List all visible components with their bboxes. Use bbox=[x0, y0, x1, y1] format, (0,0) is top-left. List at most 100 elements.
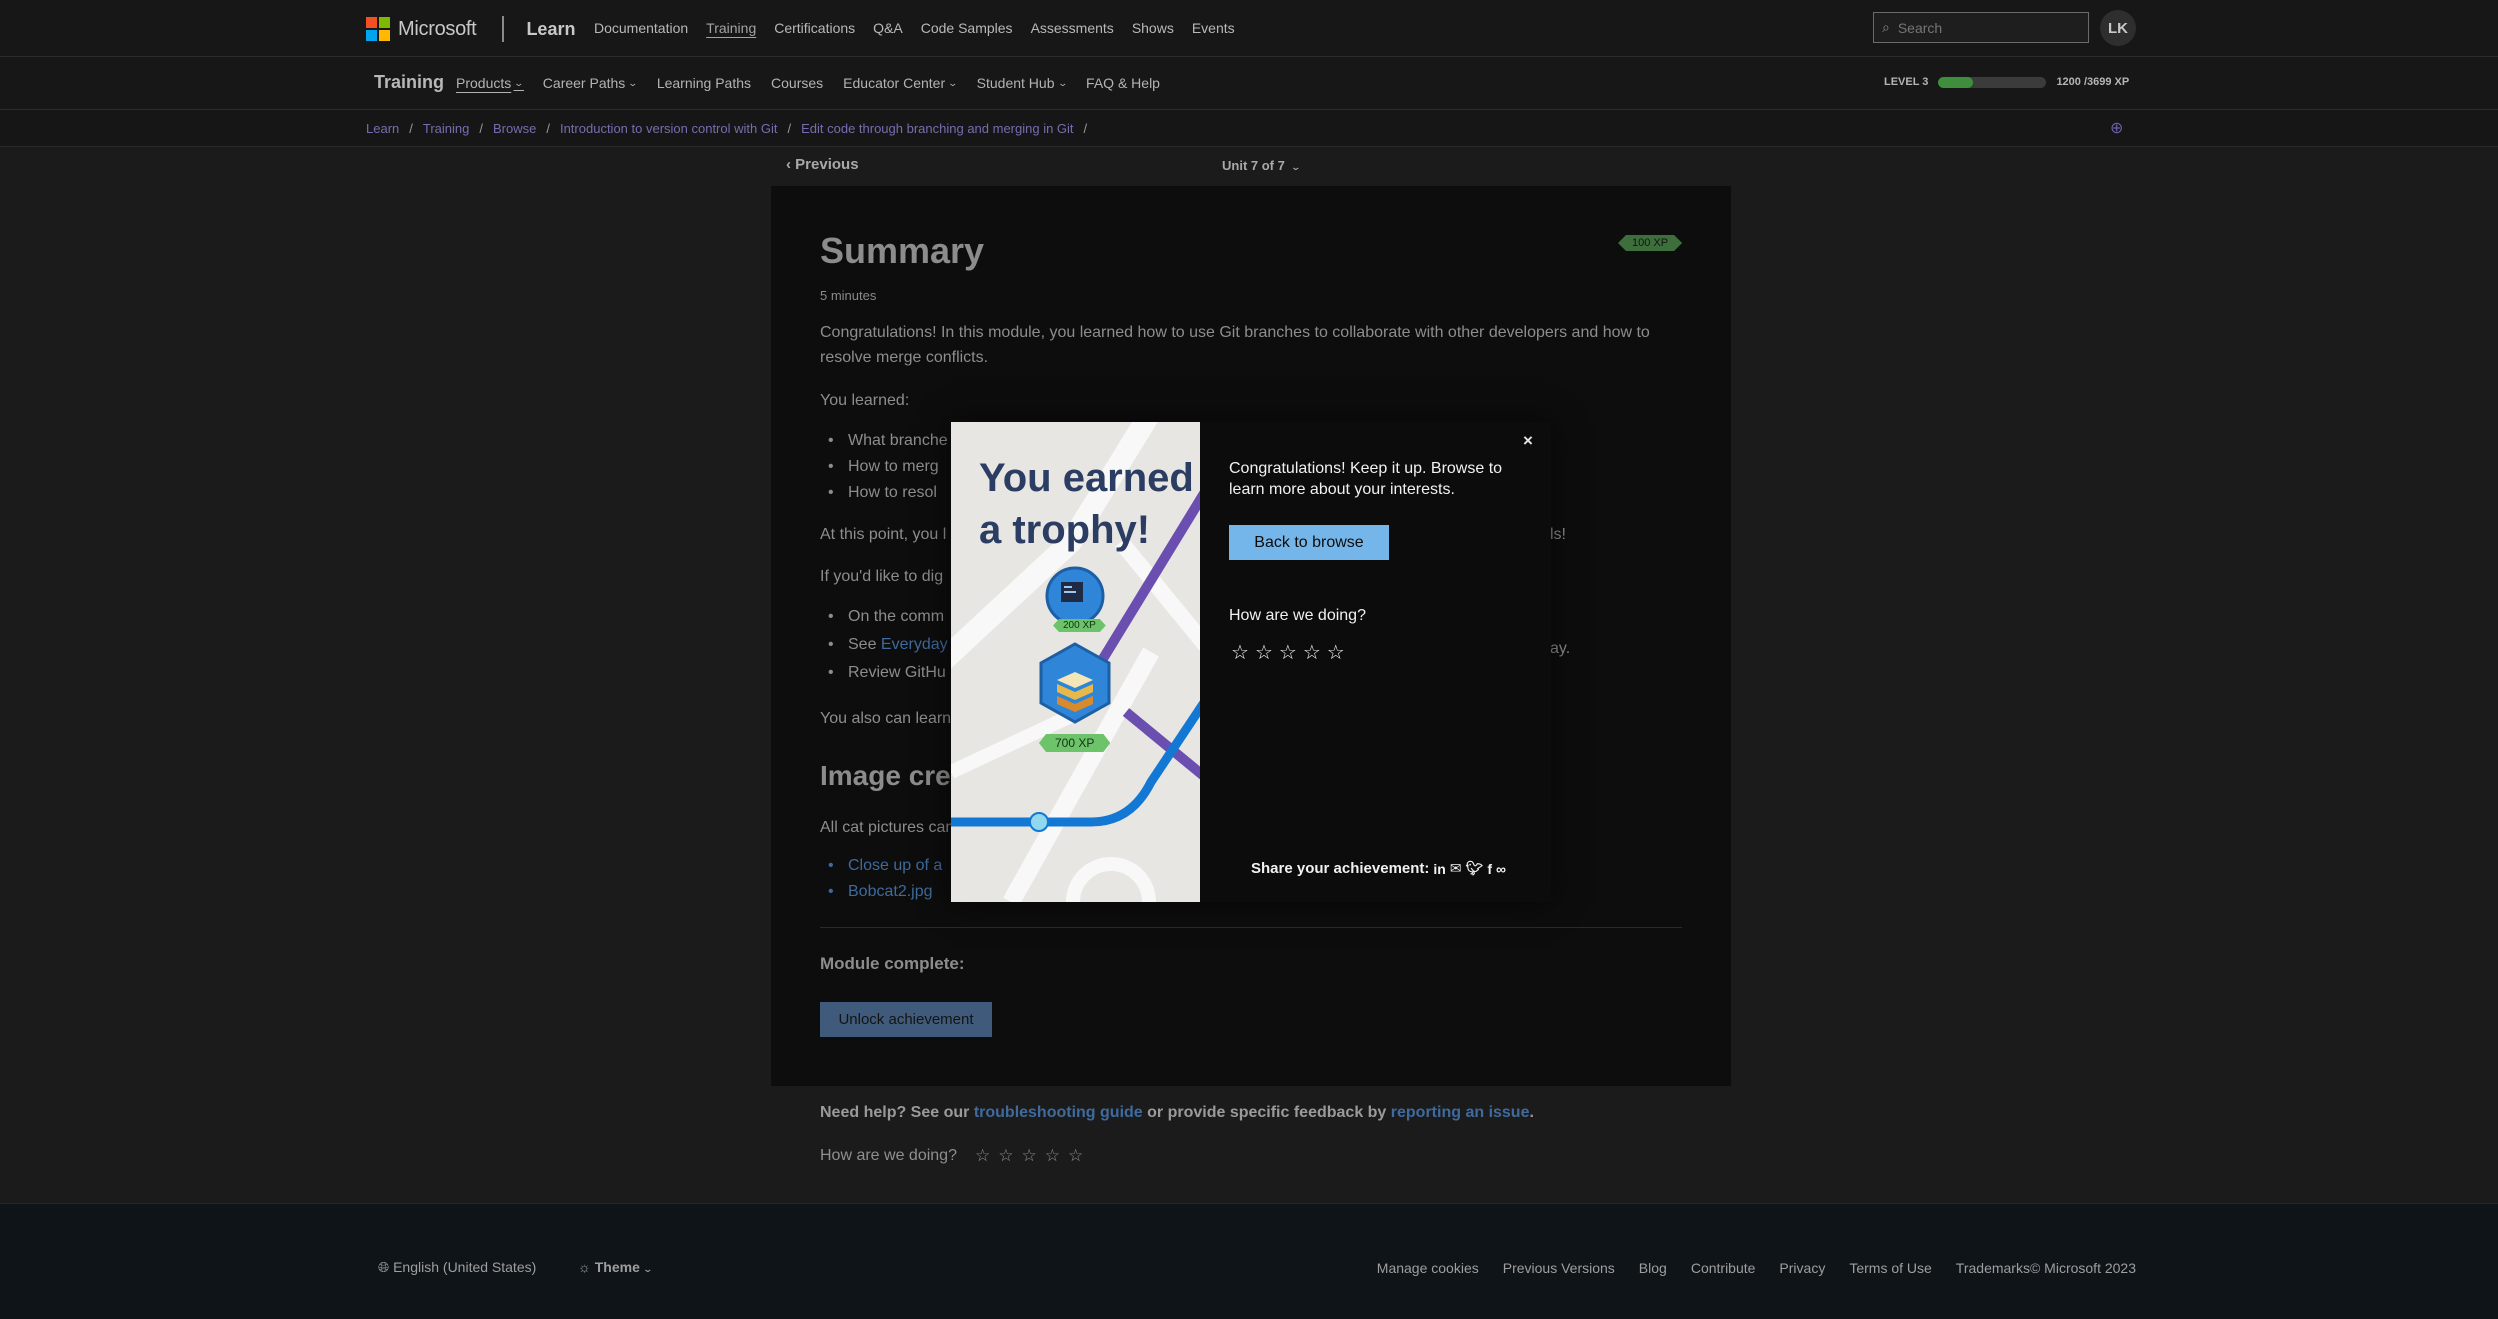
add-collection-icon[interactable]: ⊕ bbox=[2110, 118, 2123, 138]
subnav-products[interactable]: Products ⌄ bbox=[456, 75, 524, 91]
back-to-browse-button[interactable]: Back to browse bbox=[1229, 525, 1389, 560]
training-bar: Training Products ⌄ Career Paths ⌄ Learnin… bbox=[0, 57, 2498, 110]
star-icon[interactable]: ☆ bbox=[1021, 1146, 1044, 1165]
nav-qa[interactable]: Q&A bbox=[873, 20, 903, 36]
chevron-down-icon: ⌄ bbox=[627, 77, 639, 88]
star-icon[interactable]: ☆ bbox=[998, 1146, 1021, 1165]
theme-selector[interactable]: ☼ Theme ⌄ bbox=[578, 1259, 653, 1275]
nav-certifications[interactable]: Certifications bbox=[774, 20, 855, 36]
sun-icon: ☼ bbox=[578, 1259, 595, 1275]
close-button[interactable]: × bbox=[1517, 430, 1539, 452]
cat-pictures-paragraph: All cat pictures can bbox=[820, 819, 955, 836]
everyday-git-link[interactable]: Everyday bbox=[881, 636, 948, 653]
footer-link-terms[interactable]: Terms of Use bbox=[1849, 1260, 1931, 1276]
level-label: LEVEL 3 bbox=[1884, 76, 1929, 88]
microsoft-logo-icon bbox=[366, 17, 390, 41]
page-title: Summary bbox=[820, 230, 985, 271]
trophy-illustration: You earned a trophy! 200 XP 700 XP bbox=[951, 422, 1200, 902]
unlock-achievement-button[interactable]: Unlock achievement bbox=[820, 1002, 992, 1037]
avatar[interactable]: LK bbox=[2100, 10, 2136, 46]
page-rating: How are we doing? ☆☆☆☆☆ bbox=[820, 1146, 1091, 1166]
previous-unit-button[interactable]: ‹ Previous bbox=[786, 156, 859, 173]
search-box[interactable]: ⌕ bbox=[1873, 12, 2089, 43]
copy-link-icon[interactable]: ∞ bbox=[1496, 861, 1506, 877]
badge-xp-label: 200 XP bbox=[1053, 619, 1106, 632]
facebook-icon[interactable]: f bbox=[1487, 861, 1492, 877]
star-icon[interactable]: ☆ bbox=[1068, 1146, 1091, 1165]
search-icon: ⌕ bbox=[1882, 19, 1890, 35]
star-icon[interactable]: ☆ bbox=[1045, 1146, 1068, 1165]
share-label: Share your achievement: bbox=[1251, 860, 1430, 877]
nav-events[interactable]: Events bbox=[1192, 20, 1235, 36]
subnav-products-label: Products bbox=[456, 75, 512, 91]
breadcrumb-training[interactable]: Training bbox=[423, 121, 469, 136]
trophy-dialog: You earned a trophy! 200 XP 700 XP × Con… bbox=[951, 422, 1551, 902]
subnav-faq-help[interactable]: FAQ & Help bbox=[1086, 75, 1160, 91]
breadcrumb-learn[interactable]: Learn bbox=[366, 121, 399, 136]
star-icon[interactable]: ☆ bbox=[1303, 642, 1327, 664]
help-line: Need help? See our troubleshooting guide… bbox=[820, 1104, 1534, 1122]
article-header: Summary 5 minutes bbox=[820, 230, 1680, 303]
footer-links: Manage cookies Previous Versions Blog Co… bbox=[1353, 1260, 2136, 1276]
star-icon[interactable]: ☆ bbox=[1327, 642, 1351, 664]
star-icon[interactable]: ☆ bbox=[975, 1146, 998, 1165]
nav-assessments[interactable]: Assessments bbox=[1031, 20, 1114, 36]
list-item: See Everyday bbox=[828, 636, 948, 654]
see-tail: ay. bbox=[1550, 640, 1571, 657]
credit-link[interactable]: Close up of a bbox=[828, 857, 942, 875]
dig-deeper-paragraph: If you'd like to dig bbox=[820, 568, 944, 585]
nav-code-samples[interactable]: Code Samples bbox=[921, 20, 1013, 36]
search-input[interactable] bbox=[1895, 18, 2060, 37]
microsoft-logo[interactable]: Microsoft Learn bbox=[366, 16, 575, 42]
report-issue-link[interactable]: reporting an issue bbox=[1391, 1104, 1530, 1121]
subnav-learning-paths[interactable]: Learning Paths bbox=[657, 75, 751, 91]
intro-paragraph: Congratulations! In this module, you lea… bbox=[820, 324, 1650, 366]
language-selector[interactable]: 🌐︎ English (United States) bbox=[378, 1259, 536, 1276]
star-icon[interactable]: ☆ bbox=[1255, 642, 1279, 664]
list-item: How to merg bbox=[828, 458, 939, 476]
footer-link-previous-versions[interactable]: Previous Versions bbox=[1503, 1260, 1615, 1276]
subnav-student-hub[interactable]: Student Hub ⌄ bbox=[977, 75, 1068, 91]
trophy-title: You earned a trophy! bbox=[979, 456, 1194, 552]
top-nav: Documentation Training Certifications Q&… bbox=[594, 20, 1253, 36]
module-complete-label: Module complete: bbox=[820, 954, 965, 973]
logo-divider bbox=[502, 16, 505, 42]
breadcrumb-separator: / bbox=[1083, 121, 1088, 136]
rating-label: How are we doing? bbox=[820, 1147, 957, 1164]
footer-link-manage-cookies[interactable]: Manage cookies bbox=[1377, 1260, 1479, 1276]
xp-progress-bar bbox=[1938, 76, 2047, 88]
footer-link-blog[interactable]: Blog bbox=[1639, 1260, 1667, 1276]
breadcrumb-separator: / bbox=[787, 121, 792, 136]
subnav-courses[interactable]: Courses bbox=[771, 75, 823, 91]
nav-training[interactable]: Training bbox=[706, 20, 756, 36]
linkedin-icon[interactable]: in bbox=[1433, 861, 1445, 877]
unit-selector[interactable]: Unit 7 of 7 ⌄ bbox=[1222, 158, 1302, 173]
troubleshooting-link[interactable]: troubleshooting guide bbox=[974, 1104, 1143, 1121]
nav-documentation[interactable]: Documentation bbox=[594, 20, 688, 36]
chevron-down-icon: ⌄ bbox=[947, 77, 959, 88]
chevron-left-icon: ‹ bbox=[786, 156, 796, 173]
list-item: Review GitHu bbox=[828, 664, 946, 682]
footer-link-trademarks[interactable]: Trademarks bbox=[1956, 1260, 2030, 1276]
breadcrumb-browse[interactable]: Browse bbox=[493, 121, 536, 136]
email-icon[interactable]: ✉ bbox=[1450, 860, 1462, 877]
training-nav: Products ⌄ Career Paths ⌄ Learning Paths C… bbox=[456, 75, 1180, 91]
subnav-educator-center[interactable]: Educator Center ⌄ bbox=[843, 75, 959, 91]
footer: 🌐︎ English (United States) ☼ Theme ⌄ Mana… bbox=[0, 1203, 2498, 1319]
training-title[interactable]: Training bbox=[374, 72, 444, 93]
breadcrumb-module[interactable]: Edit code through branching and merging … bbox=[801, 121, 1073, 136]
star-icon[interactable]: ☆ bbox=[1231, 642, 1255, 664]
twitter-icon[interactable]: 🐦︎ bbox=[1466, 860, 1484, 877]
help-suffix: . bbox=[1529, 1104, 1534, 1121]
share-achievement: Share your achievement: in ✉ 🐦︎ f ∞ bbox=[1251, 860, 1506, 877]
nav-shows[interactable]: Shows bbox=[1132, 20, 1174, 36]
breadcrumb-path[interactable]: Introduction to version control with Git bbox=[560, 121, 778, 136]
help-prefix: Need help? See our bbox=[820, 1104, 974, 1121]
level-progress[interactable]: LEVEL 3 1200 /3699 XP bbox=[1884, 76, 2129, 88]
footer-link-contribute[interactable]: Contribute bbox=[1691, 1260, 1756, 1276]
credit-link[interactable]: Bobcat2.jpg bbox=[828, 883, 932, 901]
learn-home-link[interactable]: Learn bbox=[526, 19, 575, 40]
subnav-career-paths[interactable]: Career Paths ⌄ bbox=[543, 75, 639, 91]
star-icon[interactable]: ☆ bbox=[1279, 642, 1303, 664]
footer-link-privacy[interactable]: Privacy bbox=[1779, 1260, 1825, 1276]
